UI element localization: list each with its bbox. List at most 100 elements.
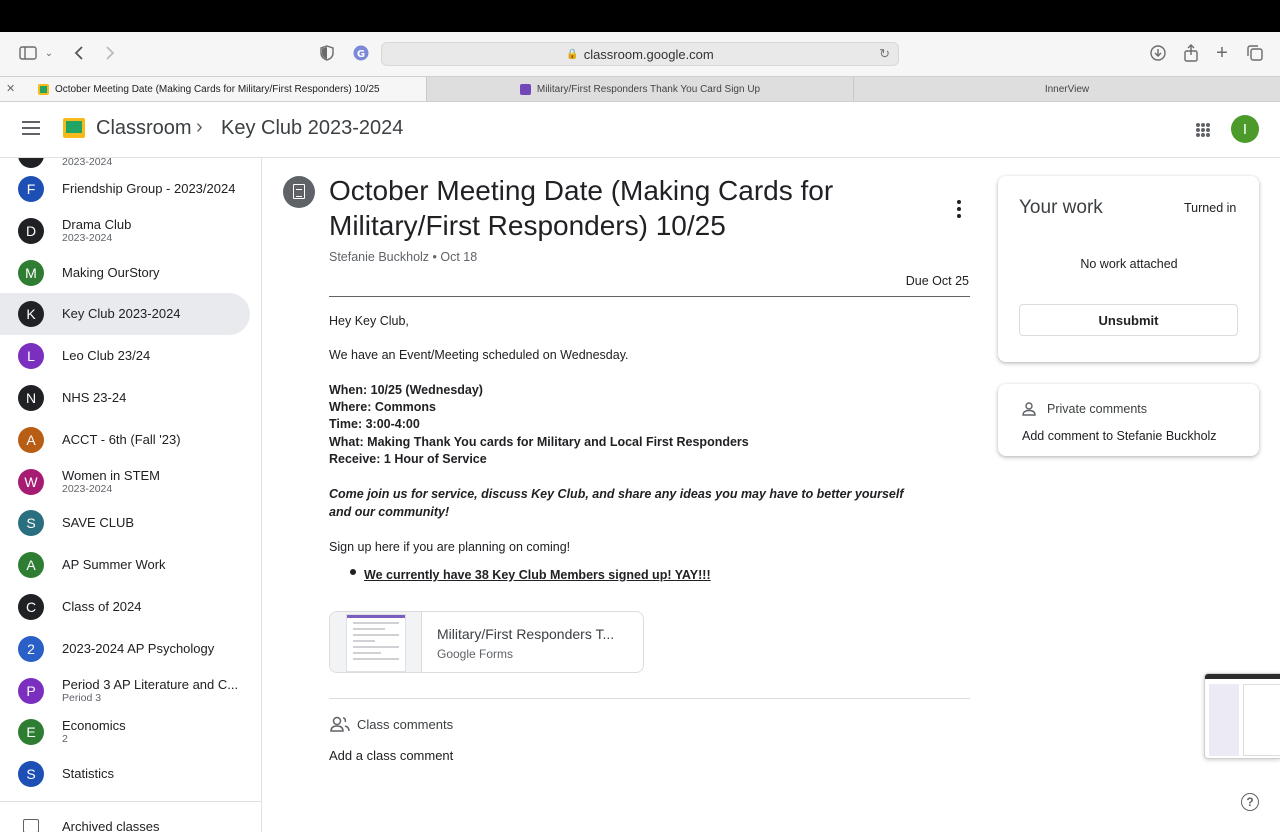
sidebar-item-sub: 2023-2024 [62,231,113,244]
tabs-overview-icon[interactable] [1245,42,1265,64]
sidebar-item-sub: 2023-2024 [62,158,113,168]
sidebar-item-class[interactable]: L Leo Club 23/24 [0,335,250,377]
forward-icon[interactable] [101,42,119,64]
sidebar-item-sub: 2 [62,733,68,746]
class-avatar: E [18,719,44,746]
tab-title: October Meeting Date (Making Cards for M… [55,83,380,95]
sidebar-item-label: Drama Club [62,216,132,232]
class-avatar: P [18,677,44,704]
sidebar-item-class[interactable]: M Making OurStory [0,252,250,294]
sidebar-item-sub: Period 3 [62,691,102,704]
more-vert-icon[interactable] [955,200,963,218]
close-icon[interactable]: ✕ [6,82,15,95]
classroom-favicon-icon [38,83,49,95]
attachment-type: Google Forms [437,647,514,661]
new-tab-icon[interactable]: + [1212,42,1232,64]
detail-receive: Receive: 1 Hour of Service [329,452,487,466]
svg-text:G: G [357,49,365,60]
comments-divider [329,698,970,699]
help-icon[interactable]: ? [1241,793,1259,811]
sidebar-item-class[interactable]: E Economics 2 [0,711,250,753]
sidebar-item-class[interactable]: S Statistics [0,753,250,795]
archive-icon[interactable] [23,819,39,832]
sidebar-item-label: Economics [62,718,126,734]
sidebar-item-label: Statistics [62,766,115,782]
turned-in-status: Turned in [1184,201,1237,215]
your-work-card: Your work Turned in No work attached Uns… [998,176,1259,362]
sidebar-item-class[interactable]: P Period 3 AP Literature and C... Period 3 [0,670,250,712]
breadcrumb-class[interactable]: Key Club 2023-2024 [221,117,403,140]
sidebar-item-label: Women in STEM [62,467,161,483]
reload-icon[interactable]: ↻ [879,46,890,62]
chevron-down-icon[interactable]: ⌄ [43,42,55,64]
form-attachment[interactable]: Military/First Responders T... Google Fo… [329,611,644,673]
private-comments-card: Private comments Add comment to Stefanie… [998,384,1259,456]
sidebar-item-label: NHS 23-24 [62,390,127,405]
sidebar-toggle-icon[interactable] [18,42,38,64]
account-avatar[interactable]: I [1231,115,1259,143]
sidebar-item-class[interactable]: K Key Club 2023-2024 [0,293,250,336]
sidebar-item-label: 2023-2024 AP Psychology [62,640,215,656]
class-avatar: L [18,343,44,370]
extension-icon[interactable]: G [352,42,370,64]
tab-title: Military/First Responders Thank You Card… [536,83,761,95]
sidebar-item-class[interactable]: C Class of 2024 [0,586,250,628]
class-avatar: 2 [18,635,44,662]
tab-signup-form[interactable]: Military/First Responders Thank You Card… [426,77,853,101]
post-meta: Stefanie Buckholz • Oct 18 [329,250,477,264]
detail-time: Time: 3:00-4:00 [329,417,420,431]
share-icon[interactable] [1181,42,1201,64]
class-avatar: S [18,761,44,788]
classroom-logo-icon[interactable] [63,118,85,138]
apps-grid-icon[interactable] [1196,123,1210,137]
class-avatar: M [18,259,44,286]
private-comments-label: Private comments [1047,402,1148,416]
add-class-comment-button[interactable]: Add a class comment [329,748,453,763]
greeting: Hey Key Club, [329,314,409,328]
sidebar-item-label: Leo Club 23/24 [62,348,151,364]
sidebar-item-class[interactable]: W Women in STEM 2023-2024 [0,461,250,503]
sidebar-item-class[interactable]: S SAVE CLUB [0,502,250,544]
header-divider [329,296,970,297]
intro-text: We have an Event/Meeting scheduled on We… [329,348,629,362]
tab-october-meeting[interactable]: ✕ October Meeting Date (Making Cards for… [0,77,426,101]
post-author: Stefanie Buckholz [329,250,430,264]
people-icon [330,716,350,732]
download-icon[interactable] [1148,42,1168,64]
detail-what: What: Making Thank You cards for Militar… [329,435,749,449]
call-to-action: Come join us for service, discuss Key Cl… [329,487,904,519]
archived-classes-link[interactable]: Archived classes [62,819,160,832]
sidebar-item-label: Period 3 AP Literature and C... [62,676,239,692]
sidebar-item-class[interactable]: A AP Summer Work [0,544,250,586]
sidebar-item-label: Key Club 2023-2024 [62,306,181,322]
sidebar-item-label: Class of 2024 [62,599,142,614]
tab-title: InnerView [1044,83,1090,95]
screenshot-preview-thumbnail[interactable] [1204,673,1280,759]
address-bar[interactable]: 🔒 classroom.google.com ↻ [381,42,899,66]
attachment-title: Military/First Responders T... [437,626,615,642]
post-date: Oct 18 [440,250,478,264]
sidebar-item-class[interactable]: F Friendship Group - 2023/2024 [0,168,250,210]
sidebar-item-label: ACCT - 6th (Fall '23) [62,431,181,447]
app-title[interactable]: Classroom [96,117,192,140]
back-icon[interactable] [70,42,88,64]
sidebar-divider [0,801,261,802]
sidebar-item-class[interactable]: 2 2023-2024 AP Psychology [0,628,250,670]
menu-icon[interactable] [22,121,40,135]
sidebar-item-class[interactable]: D Drama Club 2023-2024 [0,210,250,252]
due-date: Due Oct 25 [905,274,969,288]
class-avatar: S [18,510,44,537]
add-private-comment-button[interactable]: Add comment to Stefanie Buckholz [1022,429,1217,443]
class-sidebar: 2023-2024 F Friendship Group - 2023/2024 D… [0,158,262,832]
class-avatar: F [18,176,44,202]
shield-icon[interactable] [318,42,336,64]
class-avatar [18,158,44,168]
detail-when: When: 10/25 (Wednesday) [329,383,483,397]
tab-innerview[interactable]: InnerView [853,77,1280,101]
sidebar-item-class[interactable]: A ACCT - 6th (Fall '23) [0,419,250,461]
class-comments-label: Class comments [357,717,454,732]
bullet-dot [350,569,356,575]
unsubmit-button[interactable]: Unsubmit [1019,304,1238,336]
sidebar-item-label: Making OurStory [62,264,160,280]
sidebar-item-class[interactable]: N NHS 23-24 [0,377,250,419]
